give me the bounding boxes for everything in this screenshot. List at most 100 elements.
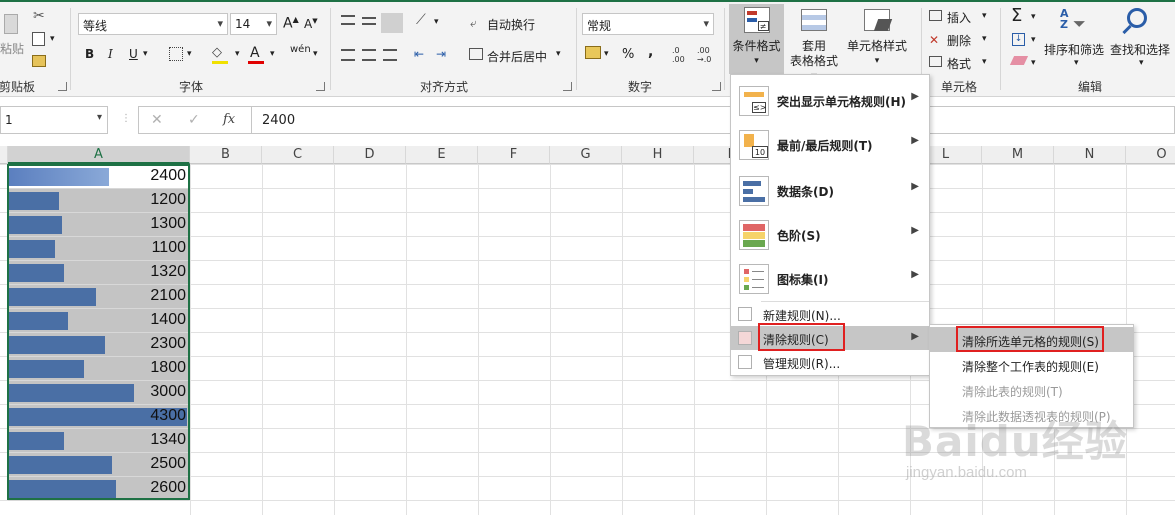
fill-dropdown-icon[interactable]: ▾ [1031, 35, 1036, 45]
autosum-button[interactable]: Σ [1011, 5, 1022, 26]
col-header-b[interactable]: B [190, 146, 262, 164]
italic-button[interactable]: I [108, 47, 113, 61]
percent-button[interactable]: % [622, 47, 634, 62]
menu-item-highlight-rules[interactable]: ≤> 突出显示单元格规则(H) ▶ [731, 79, 929, 123]
decrease-indent-icon[interactable]: ⇤ [414, 47, 424, 61]
format-painter-icon[interactable] [32, 55, 46, 67]
formula-input[interactable]: 2400 [252, 106, 1175, 134]
shrink-font-button[interactable]: A▼ [304, 17, 318, 31]
currency-dropdown-icon[interactable]: ▾ [604, 49, 609, 59]
submenu-clear-sheet[interactable]: 清除整个工作表的规则(E) [930, 352, 1133, 377]
chevron-down-icon: ▾ [217, 17, 223, 30]
cell-styles-button[interactable]: 单元格样式 ▾ [845, 5, 909, 69]
format-cells-icon [929, 56, 942, 67]
number-format-combo[interactable]: 常规 ▾ [582, 13, 714, 35]
insert-dropdown-icon[interactable]: ▾ [982, 11, 987, 21]
menu-label: 数据条(D) [777, 185, 834, 199]
chevron-down-icon: ▾ [703, 17, 709, 30]
color-scales-icon [739, 220, 769, 250]
phonetic-button[interactable]: wén [290, 44, 311, 55]
col-header-o[interactable]: O [1126, 146, 1175, 164]
formula-bar: 1 ▾ ⋮ ✕ ✓ fx 2400 [0, 104, 1175, 138]
delete-cells-button[interactable]: 删除 [947, 32, 971, 49]
font-size-combo[interactable]: 14 ▾ [230, 13, 277, 35]
increase-decimal-icon[interactable]: .0.00 [672, 46, 685, 64]
align-left-icon[interactable] [341, 49, 355, 61]
merge-dropdown-icon[interactable]: ▾ [556, 49, 561, 59]
underline-button[interactable]: U [129, 47, 138, 61]
orientation-icon[interactable]: ⟋ [416, 12, 426, 28]
copy-icon[interactable] [32, 32, 45, 46]
align-middle-icon[interactable] [362, 17, 376, 25]
grow-font-button[interactable]: A▲ [283, 15, 299, 32]
wrap-text-button[interactable]: 自动换行 [487, 16, 535, 33]
menu-item-topbottom-rules[interactable]: 10 最前/最后规则(T) ▶ [731, 123, 929, 167]
col-header-n[interactable]: N [1054, 146, 1126, 164]
font-launcher-icon[interactable] [316, 82, 325, 91]
underline-dropdown-icon[interactable]: ▾ [143, 49, 148, 59]
col-header-h[interactable]: H [622, 146, 694, 164]
sort-dropdown-icon[interactable]: ▾ [1074, 58, 1079, 68]
format-as-table-label-1: 套用 [801, 39, 826, 53]
fill-down-icon[interactable]: ↓ [1012, 33, 1025, 46]
cancel-icon[interactable]: ✕ [151, 112, 163, 128]
comma-button[interactable]: , [648, 44, 653, 60]
clear-icon[interactable] [1009, 56, 1029, 65]
clear-dropdown-icon[interactable]: ▾ [1031, 58, 1036, 68]
borders-icon[interactable] [169, 47, 183, 61]
conditional-format-button[interactable]: ≠ 条件格式 ▾ [729, 5, 784, 69]
increase-indent-icon[interactable]: ⇥ [436, 47, 446, 61]
enter-icon[interactable]: ✓ [188, 112, 200, 128]
menu-item-data-bars[interactable]: 数据条(D) ▶ [731, 169, 929, 213]
col-header-e[interactable]: E [406, 146, 478, 164]
merge-center-button[interactable]: 合并后居中 [487, 48, 547, 65]
find-dropdown-icon[interactable]: ▾ [1139, 58, 1144, 68]
cut-icon[interactable]: ✂ [33, 8, 45, 24]
align-top-icon[interactable] [341, 15, 355, 25]
menu-item-color-scales[interactable]: 色阶(S) ▶ [731, 213, 929, 257]
col-header-d[interactable]: D [334, 146, 406, 164]
menu-item-manage-rules[interactable]: 管理规则(R)... [731, 350, 929, 374]
bold-button[interactable]: B [85, 47, 94, 61]
orientation-dropdown-icon[interactable]: ▾ [434, 17, 439, 27]
borders-dropdown-icon[interactable]: ▾ [187, 49, 192, 59]
align-right-icon[interactable] [383, 49, 397, 61]
font-name-combo[interactable]: 等线 ▾ [78, 13, 228, 35]
align-bottom-icon[interactable] [381, 13, 403, 33]
copy-dropdown-icon[interactable]: ▾ [50, 34, 55, 44]
formula-bar-grip[interactable]: ⋮ [121, 113, 131, 124]
menu-label: 突出显示单元格规则(H) [777, 95, 907, 109]
phonetic-dropdown-icon[interactable]: ▾ [313, 49, 318, 59]
chevron-right-icon: ▶ [911, 181, 919, 192]
autosum-dropdown-icon[interactable]: ▾ [1031, 12, 1036, 22]
name-box[interactable]: 1 ▾ [0, 106, 108, 134]
col-header-f[interactable]: F [478, 146, 550, 164]
find-select-button[interactable]: 查找和选择 [1110, 41, 1170, 58]
format-as-table-button[interactable]: 套用 表格格式 ▾ [786, 5, 842, 84]
font-color-dropdown-icon[interactable]: ▾ [270, 49, 275, 59]
clipboard-launcher-icon[interactable] [58, 82, 67, 91]
select-all-corner[interactable] [0, 146, 8, 164]
col-header-a[interactable]: A [8, 146, 190, 164]
align-center-icon[interactable] [362, 49, 376, 61]
col-header-g[interactable]: G [550, 146, 622, 164]
fill-dropdown-icon[interactable]: ▾ [235, 49, 240, 59]
menu-item-icon-sets[interactable]: 图标集(I) ▶ [731, 257, 929, 301]
sort-filter-button[interactable]: 排序和筛选 [1044, 41, 1104, 58]
chevron-down-icon: ▾ [874, 56, 880, 66]
clear-rules-icon [738, 331, 752, 345]
insert-function-icon[interactable]: fx [223, 112, 235, 127]
number-launcher-icon[interactable] [712, 82, 721, 91]
format-dropdown-icon[interactable]: ▾ [982, 57, 987, 67]
paste-button[interactable]: 粘贴 [0, 40, 24, 57]
col-header-c[interactable]: C [262, 146, 334, 164]
alignment-launcher-icon[interactable] [563, 82, 572, 91]
format-cells-button[interactable]: 格式 [947, 55, 971, 72]
col-header-m[interactable]: M [982, 146, 1054, 164]
fill-color-icon[interactable]: ◇ [212, 45, 222, 60]
currency-icon[interactable] [585, 46, 601, 59]
font-color-icon[interactable]: A [250, 45, 260, 61]
decrease-decimal-icon[interactable]: .00 →.0 [697, 46, 711, 64]
insert-cells-button[interactable]: 插入 [947, 9, 971, 26]
delete-dropdown-icon[interactable]: ▾ [982, 34, 987, 44]
